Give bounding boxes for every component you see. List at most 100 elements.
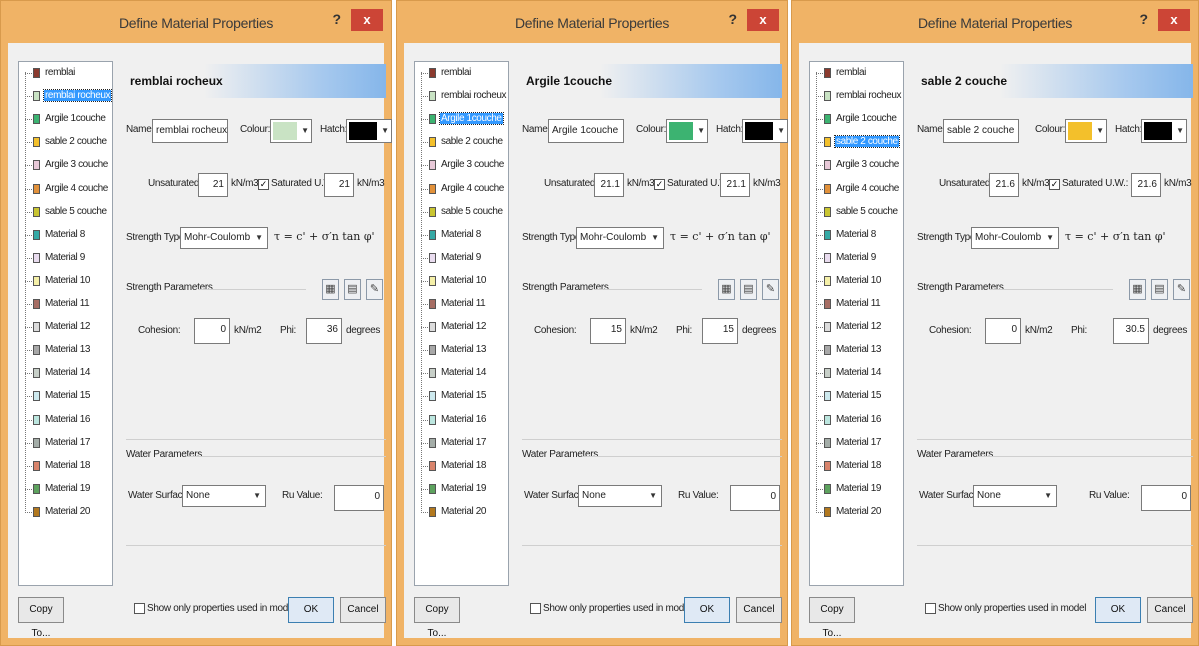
saturated-field[interactable]: 21 [324,173,354,197]
clipboard-icon[interactable]: ▤ [344,279,361,300]
unsaturated-field[interactable]: 21 [198,173,228,197]
material-color-swatch [824,252,831,263]
saturated-checkbox[interactable]: ✓ [258,179,269,190]
tree-connector [421,119,428,121]
show-only-label: Show only properties used in model [147,603,296,614]
water-surface-select[interactable]: None ▼ [182,485,266,507]
cohesion-field[interactable]: 15 [590,318,626,344]
strength-type-select[interactable]: Mohr-Coulomb ▼ [180,227,268,249]
show-only-checkbox[interactable] [134,603,145,614]
water-surface-select[interactable]: None ▼ [578,485,662,507]
tree-connector [421,511,428,513]
phi-field[interactable]: 15 [702,318,738,344]
ok-button[interactable]: OK [288,597,334,623]
material-label: Argile 3 couche [836,159,899,171]
material-tree[interactable]: remblai remblai rocheux Argile 1couche sabl… [809,61,904,586]
water-surface-label: Water Surface: [128,490,191,501]
material-label: Material 19 [836,482,882,494]
function-icon[interactable]: ✎ [366,279,383,300]
colour-picker[interactable]: ▼ [1065,119,1107,143]
divider [522,545,782,546]
colour-picker[interactable]: ▼ [270,119,312,143]
ok-button[interactable]: OK [684,597,730,623]
cohesion-unit: kN/m2 [1025,325,1053,336]
copy-to-button[interactable]: Copy To... [809,597,855,639]
tree-connector [816,465,823,467]
ru-value-field[interactable]: 0 [1141,485,1191,511]
clipboard-icon[interactable]: ▤ [1151,279,1168,300]
material-tree[interactable]: remblai remblai rocheux Argile 1couche sabl… [414,61,509,586]
tree-connector [421,73,428,74]
cancel-button[interactable]: Cancel [1147,597,1193,623]
colour-picker[interactable]: ▼ [666,119,708,143]
ru-value-field[interactable]: 0 [334,485,384,511]
divider [126,439,386,440]
show-only-checkbox[interactable] [925,603,936,614]
cancel-button[interactable]: Cancel [340,597,386,623]
saturated-field[interactable]: 21.1 [720,173,750,197]
close-button[interactable]: x [747,9,779,31]
ru-value-field[interactable]: 0 [730,485,780,511]
phi-field[interactable]: 30.5 [1113,318,1149,344]
table-icon[interactable]: ▦ [718,279,735,300]
table-icon[interactable]: ▦ [1129,279,1146,300]
tree-connector [421,304,428,305]
help-button[interactable]: ? [728,11,737,27]
table-icon[interactable]: ▦ [322,279,339,300]
hatch-picker[interactable]: ▼ [1141,119,1187,143]
unit-label: kN/m3 [1022,178,1050,189]
help-button[interactable]: ? [332,11,341,27]
cohesion-field[interactable]: 0 [194,318,230,344]
divider [989,289,1113,290]
saturated-field[interactable]: 21.6 [1131,173,1161,197]
tree-connector [25,465,32,467]
material-color-swatch [429,252,436,263]
saturated-checkbox[interactable]: ✓ [654,179,665,190]
close-button[interactable]: x [351,9,383,31]
function-icon[interactable]: ✎ [1173,279,1190,300]
title-bar[interactable]: Define Material Properties? x [397,1,787,43]
clipboard-icon[interactable]: ▤ [740,279,757,300]
water-surface-select[interactable]: None ▼ [973,485,1057,507]
hatch-label: Hatch: [716,124,744,135]
material-header: remblai rocheux [126,64,386,98]
name-field[interactable]: remblai rocheux [152,119,228,143]
material-color-swatch [33,483,40,494]
copy-to-button[interactable]: Copy To... [414,597,460,639]
material-label: Material 16 [836,413,882,425]
hatch-picker[interactable]: ▼ [742,119,788,143]
material-color-swatch [33,299,40,309]
name-field[interactable]: Argile 1couche [548,119,624,143]
material-label: remblai rocheux [42,89,113,103]
unsaturated-field[interactable]: 21.1 [594,173,624,197]
unsaturated-field[interactable]: 21.6 [989,173,1019,197]
title-bar[interactable]: Define Material Properties? x [792,1,1198,43]
chevron-down-icon: ▼ [1046,233,1054,242]
name-field[interactable]: sable 2 couche [943,119,1019,143]
function-icon[interactable]: ✎ [762,279,779,300]
divider [198,289,306,290]
material-color-swatch [33,91,40,102]
material-label: Material 15 [836,390,882,402]
hatch-label: Hatch: [320,124,348,135]
tree-connector [816,373,823,375]
material-tree[interactable]: remblai remblai rocheux Argile 1couche sabl… [18,61,113,586]
material-label: Material 16 [45,413,91,425]
material-label: Material 8 [836,228,876,240]
copy-to-button[interactable]: Copy To... [18,597,64,639]
hatch-picker[interactable]: ▼ [346,119,392,143]
phi-field[interactable]: 36 [306,318,342,344]
title-bar[interactable]: Define Material Properties? x [1,1,391,43]
ok-button[interactable]: OK [1095,597,1141,623]
show-only-checkbox[interactable] [530,603,541,614]
close-button[interactable]: x [1158,9,1190,31]
strength-type-select[interactable]: Mohr-Coulomb ▼ [971,227,1059,249]
strength-type-select[interactable]: Mohr-Coulomb ▼ [576,227,664,249]
saturated-checkbox[interactable]: ✓ [1049,179,1060,190]
tree-connector [816,350,823,352]
help-button[interactable]: ? [1139,11,1148,27]
tree-connector [816,165,823,167]
cancel-button[interactable]: Cancel [736,597,782,623]
colour-label: Colour: [240,124,271,135]
cohesion-field[interactable]: 0 [985,318,1021,344]
